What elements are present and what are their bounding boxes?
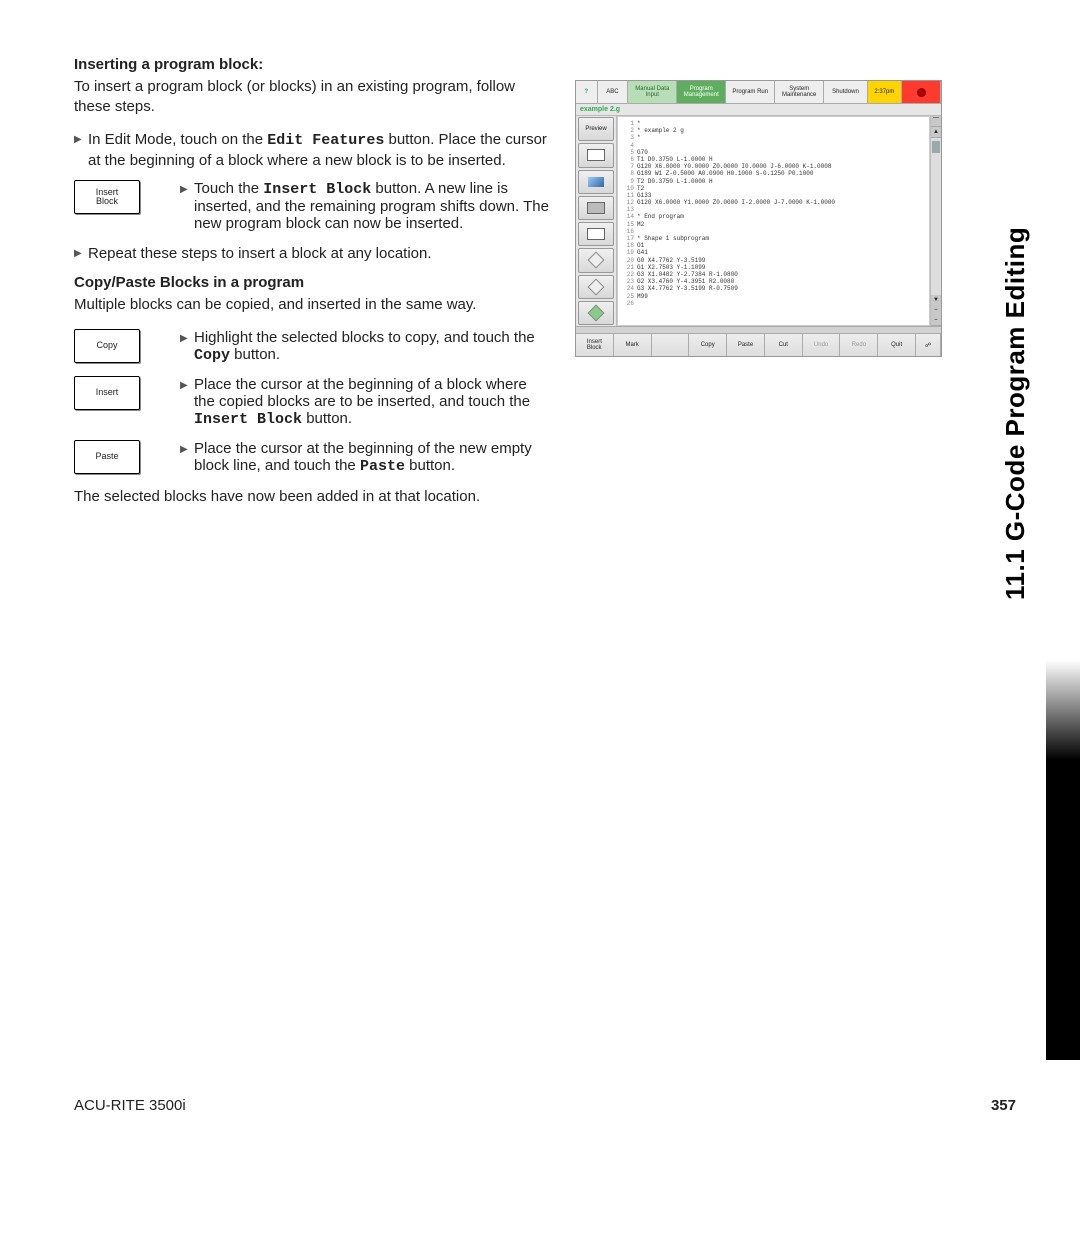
preview-button[interactable]: Preview xyxy=(578,117,614,141)
triangle-icon: ▶ xyxy=(180,329,194,349)
softkey-paste[interactable]: Paste xyxy=(727,334,765,356)
thumb-index-black xyxy=(1046,760,1080,1060)
triangle-icon: ▶ xyxy=(180,376,194,396)
softkey-bar: Insert Block Mark Copy Paste Cut Undo Re… xyxy=(576,334,941,356)
softkey-quit[interactable]: Quit xyxy=(878,334,916,356)
txt: Highlight the selected blocks to copy, a… xyxy=(194,329,535,346)
triangle-icon: ▶ xyxy=(74,130,88,170)
thumb-index-gradient xyxy=(1046,660,1080,760)
bullet-repeat: ▶ Repeat these steps to insert a block a… xyxy=(74,244,549,264)
para-copypaste-intro: Multiple blocks can be copied, and inser… xyxy=(74,295,549,315)
key-insert-block[interactable]: Insert Block xyxy=(74,180,140,214)
side-icon-2[interactable] xyxy=(578,170,614,194)
split-bar xyxy=(576,326,941,334)
menu-program-management[interactable]: Program Management xyxy=(677,81,726,103)
clock-time: 2:37pm xyxy=(868,81,902,103)
scroll-up-icon[interactable]: ▲ xyxy=(931,127,941,138)
side-icon-3[interactable] xyxy=(578,196,614,220)
softkey-mark[interactable]: Mark xyxy=(614,334,652,356)
softkey-cut[interactable]: Cut xyxy=(765,334,803,356)
menu-program-run[interactable]: Program Run xyxy=(726,81,775,103)
heading-copypaste: Copy/Paste Blocks in a program xyxy=(74,274,549,291)
side-icon-4[interactable] xyxy=(578,222,614,246)
txt: Place the cursor at the beginning of a b… xyxy=(194,376,530,410)
triangle-icon: ▶ xyxy=(74,244,88,264)
menu-system-maintenance[interactable]: System Maintenance xyxy=(775,81,824,103)
txt: In Edit Mode, touch on the xyxy=(88,131,267,148)
mono-insert-block-2: Insert Block xyxy=(194,411,302,428)
help-icon[interactable]: ? xyxy=(576,81,598,103)
softkey-insert-block[interactable]: Insert Block xyxy=(576,334,614,356)
side-icon-7[interactable] xyxy=(578,301,614,325)
txt: Repeat these steps to insert a block at … xyxy=(88,244,549,264)
status-indicator-icon xyxy=(902,81,941,103)
closing-line: The selected blocks have now been added … xyxy=(74,487,549,507)
key-copy[interactable]: Copy xyxy=(74,329,140,363)
key-insert[interactable]: Insert xyxy=(74,376,140,410)
menu-shutdown[interactable]: Shutdown xyxy=(824,81,868,103)
menu-abc[interactable]: ABC xyxy=(598,81,629,103)
section-side-title: 11.1 G-Code Program Editing xyxy=(1000,40,1028,600)
mono-insert-block: Insert Block xyxy=(263,181,371,198)
txt: button. xyxy=(405,457,455,474)
txt: button. xyxy=(230,346,280,363)
triangle-icon: ▶ xyxy=(180,440,194,460)
bullet-edit-features: ▶ In Edit Mode, touch on the Edit Featur… xyxy=(74,130,549,170)
side-icon-6[interactable] xyxy=(578,275,614,299)
triangle-icon: ▶ xyxy=(180,180,194,200)
scroll-bottom-icon[interactable]: ⎯ xyxy=(931,315,941,326)
scroll-thumb[interactable] xyxy=(932,141,940,153)
softkey-redo[interactable]: Redo xyxy=(840,334,878,356)
page-number: 357 xyxy=(991,1097,1016,1114)
scrollbar[interactable]: ⎺ ▲ ▼ ⎯ ⎯ xyxy=(930,116,941,326)
side-icon-1[interactable] xyxy=(578,143,614,167)
menubar: ? ABC Manual Data Input Program Manageme… xyxy=(576,81,941,104)
side-icon-5[interactable] xyxy=(578,248,614,272)
mono-paste: Paste xyxy=(360,458,405,475)
softkey-more-icon[interactable]: ☍ xyxy=(916,334,941,356)
mono-edit-features: Edit Features xyxy=(267,132,384,149)
key-paste[interactable]: Paste xyxy=(74,440,140,474)
softkey-blank[interactable] xyxy=(652,334,690,356)
program-filename: example 2.g xyxy=(576,104,941,116)
mono-copy: Copy xyxy=(194,347,230,364)
para-insert-intro: To insert a program block (or blocks) in… xyxy=(74,77,549,116)
scroll-top-icon[interactable]: ⎺ xyxy=(931,116,941,127)
softkey-copy[interactable]: Copy xyxy=(689,334,727,356)
screenshot-program-editor: ? ABC Manual Data Input Program Manageme… xyxy=(575,80,942,357)
preview-sidebar: Preview xyxy=(576,116,617,326)
heading-inserting: Inserting a program block: xyxy=(74,56,549,73)
footer-model: ACU-RITE 3500i xyxy=(74,1097,186,1114)
softkey-undo[interactable]: Undo xyxy=(803,334,841,356)
code-editor[interactable]: 1* 2* example 2 g 3* 4 5G70 6T1 D0.3750 … xyxy=(617,116,930,326)
txt: button. xyxy=(302,410,352,427)
txt: Touch the xyxy=(194,180,263,197)
menu-mdi[interactable]: Manual Data Input xyxy=(628,81,677,103)
